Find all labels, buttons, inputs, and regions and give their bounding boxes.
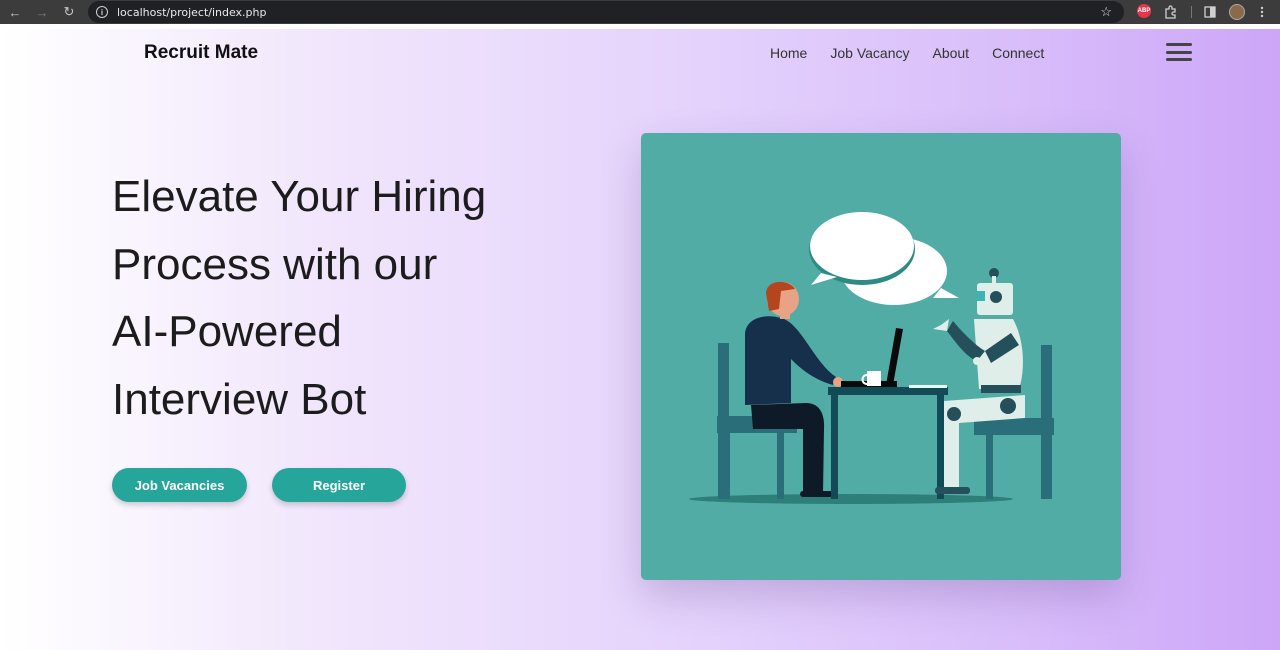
interview-illustration xyxy=(641,133,1121,580)
nav-link-connect[interactable]: Connect xyxy=(992,45,1044,61)
brand-logo[interactable]: Recruit Mate xyxy=(144,42,258,64)
address-url[interactable]: localhost/project/index.php xyxy=(117,6,267,19)
extensions-icon[interactable] xyxy=(1163,4,1179,20)
interview-illustration-image xyxy=(689,212,1054,504)
nav-link-home[interactable]: Home xyxy=(770,45,807,61)
site-info-icon[interactable]: i xyxy=(96,6,108,18)
hero-title-line: Elevate Your Hiring xyxy=(112,172,487,221)
nav-link-about[interactable]: About xyxy=(932,45,969,61)
job-vacancies-button[interactable]: Job Vacancies xyxy=(112,468,247,502)
back-icon[interactable]: ← xyxy=(3,0,27,24)
hero-title-line: AI-Powered xyxy=(112,307,342,356)
forward-icon[interactable]: → xyxy=(30,0,54,24)
main-nav: Home Job Vacancy About Connect xyxy=(770,45,1067,61)
hero-title-line: Interview Bot xyxy=(112,374,367,424)
address-bar[interactable]: i localhost/project/index.php ☆ xyxy=(88,1,1124,23)
hero-title-line: Process with our xyxy=(112,239,438,289)
browser-toolbar: ← → ↻ i localhost/project/index.php ☆ AB… xyxy=(0,0,1280,24)
page-content: Recruit Mate Home Job Vacancy About Conn… xyxy=(0,29,1280,650)
nav-link-job-vacancy[interactable]: Job Vacancy xyxy=(830,45,909,61)
register-button[interactable]: Register xyxy=(272,468,406,502)
toolbar-divider xyxy=(1191,6,1192,18)
bookmark-star-icon[interactable]: ☆ xyxy=(1100,4,1112,20)
hamburger-menu-icon[interactable] xyxy=(1166,43,1192,61)
hero-title: Elevate Your Hiring Process with our AI-… xyxy=(112,163,572,433)
side-panel-icon[interactable] xyxy=(1202,4,1218,20)
profile-avatar[interactable] xyxy=(1229,4,1245,20)
browser-menu-icon[interactable] xyxy=(1256,4,1268,20)
reload-icon[interactable]: ↻ xyxy=(57,0,81,24)
adblock-extension-icon[interactable]: ABP xyxy=(1137,4,1151,18)
